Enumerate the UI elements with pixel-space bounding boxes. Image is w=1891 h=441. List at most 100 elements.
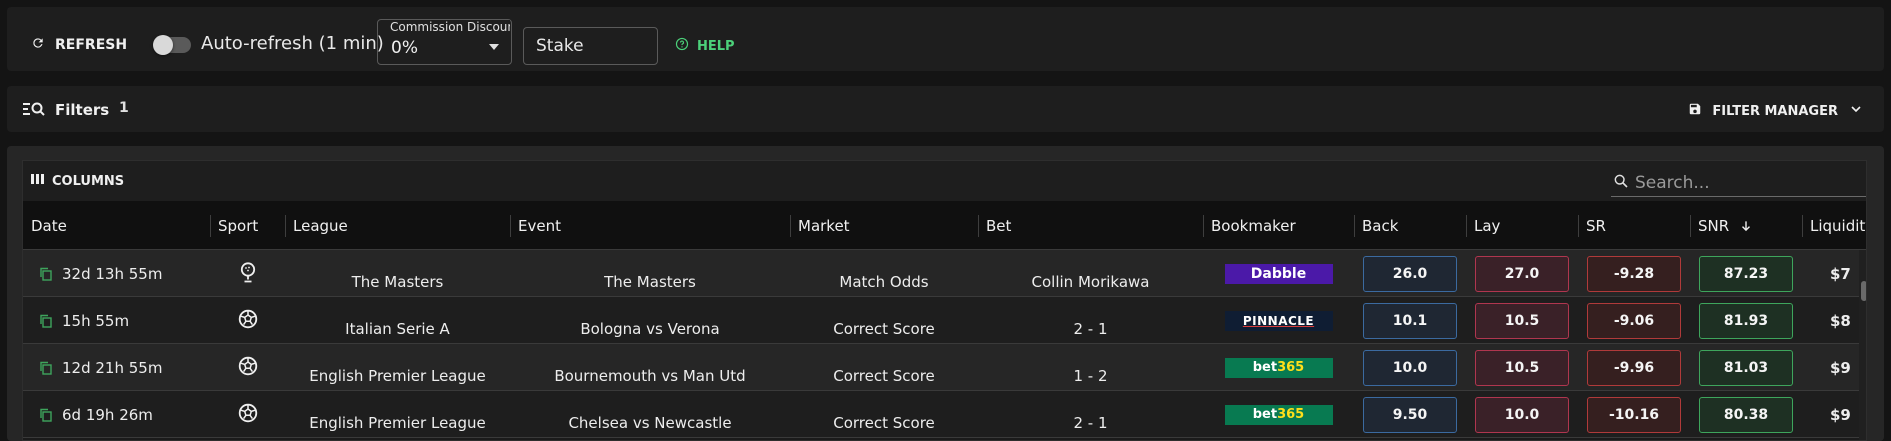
back-cell: 10.0 xyxy=(1354,344,1466,391)
column-separator[interactable] xyxy=(1578,215,1579,237)
column-header-liquidity[interactable]: Liquidity xyxy=(1802,201,1866,250)
soccer-icon xyxy=(238,403,258,427)
table-header-row: Date Sport League Event Market Bet Bookm… xyxy=(23,201,1866,250)
column-header-bet[interactable]: Bet xyxy=(978,201,1203,250)
help-button[interactable]: HELP xyxy=(675,37,735,55)
column-separator[interactable] xyxy=(1802,215,1803,237)
copy-icon[interactable] xyxy=(39,408,52,422)
bet365-logo[interactable]: bet365 xyxy=(1224,357,1333,378)
table-row[interactable]: 12d 21h 55m English Premier League Bourn… xyxy=(23,344,1866,391)
column-header-market[interactable]: Market xyxy=(790,201,978,250)
bet365-logo[interactable]: bet365 xyxy=(1224,404,1333,425)
event-date: 15h 55m xyxy=(62,311,130,330)
commission-discount-value: 0% xyxy=(391,38,418,58)
column-header-bookmaker[interactable]: Bookmaker xyxy=(1203,201,1354,250)
column-header-label: Market xyxy=(798,216,850,235)
filter-manager-label: FILTER MANAGER xyxy=(1712,103,1838,119)
column-separator[interactable] xyxy=(978,215,979,237)
sport-cell xyxy=(210,250,285,297)
column-separator[interactable] xyxy=(1203,215,1204,237)
bet-cell: 2 - 1 xyxy=(1073,414,1108,432)
league-cell: The Masters xyxy=(351,273,444,291)
toggle-knob xyxy=(153,35,173,55)
copy-icon[interactable] xyxy=(39,361,52,375)
lay-cell: 10.5 xyxy=(1466,297,1578,344)
auto-refresh-label: Auto-refresh (1 min) xyxy=(201,33,384,54)
date-cell: 12d 21h 55m xyxy=(23,344,210,391)
snr-cell: 81.03 xyxy=(1690,344,1802,391)
stake-input[interactable] xyxy=(523,27,658,65)
table-row[interactable]: 15h 55m Italian Serie A Bologna vs Veron… xyxy=(23,297,1866,344)
sport-cell xyxy=(210,297,285,344)
lay-odds[interactable]: 10.0 xyxy=(1475,396,1569,433)
scrollbar-thumb[interactable] xyxy=(1861,281,1866,301)
column-separator[interactable] xyxy=(210,215,211,237)
column-header-label: League xyxy=(293,216,348,235)
bet-cell: 1 - 2 xyxy=(1073,367,1108,385)
back-odds[interactable]: 10.0 xyxy=(1363,349,1457,386)
lay-odds[interactable]: 27.0 xyxy=(1475,255,1569,292)
refresh-button[interactable]: REFRESH xyxy=(31,31,127,59)
filters-bar: Filters 1 FILTER MANAGER xyxy=(7,86,1884,132)
caret-down-icon xyxy=(489,44,499,50)
league-cell: Italian Serie A xyxy=(345,320,450,338)
back-odds[interactable]: 26.0 xyxy=(1363,255,1457,292)
bookmaker-cell: bet365 xyxy=(1203,391,1354,438)
market-cell: Match Odds xyxy=(839,273,929,291)
soccer-icon xyxy=(238,309,258,333)
table-row[interactable]: 6d 19h 26m English Premier League Chelse… xyxy=(23,391,1866,438)
back-odds[interactable]: 9.50 xyxy=(1363,396,1457,433)
event-date: 32d 13h 55m xyxy=(62,264,163,283)
vertical-scrollbar[interactable] xyxy=(1859,250,1866,440)
bet365-logo-text: bet365 xyxy=(1252,407,1305,422)
filter-manager-button[interactable]: FILTER MANAGER xyxy=(1688,101,1864,121)
help-circle-icon xyxy=(675,37,689,55)
copy-icon[interactable] xyxy=(39,314,52,328)
column-separator[interactable] xyxy=(790,215,791,237)
sr-value: -9.96 xyxy=(1587,349,1681,386)
snr-value: 80.38 xyxy=(1699,396,1793,433)
snr-cell: 87.23 xyxy=(1690,250,1802,297)
grid-search xyxy=(1611,169,1866,197)
search-input[interactable] xyxy=(1635,172,1855,193)
column-header-label: Date xyxy=(31,216,67,235)
column-separator[interactable] xyxy=(285,215,286,237)
column-header-label: Liquidity xyxy=(1810,216,1866,235)
liquidity-cell: $7 xyxy=(1830,264,1851,283)
filters-toggle-button[interactable]: Filters xyxy=(23,100,109,120)
table-row[interactable]: 32d 13h 55m The Masters The Masters Matc… xyxy=(23,250,1866,297)
snr-value: 81.03 xyxy=(1699,349,1793,386)
dabble-logo[interactable]: Dabble xyxy=(1224,263,1333,284)
column-header-lay[interactable]: Lay xyxy=(1466,201,1578,250)
copy-icon[interactable] xyxy=(39,267,52,281)
sr-cell: -9.28 xyxy=(1578,250,1690,297)
event-cell: Chelsea vs Newcastle xyxy=(568,414,732,432)
column-header-sport[interactable]: Sport xyxy=(210,201,285,250)
event-cell: Bologna vs Verona xyxy=(580,320,720,338)
pinnacle-logo[interactable]: PINNACLE xyxy=(1224,310,1333,331)
column-header-league[interactable]: League xyxy=(285,201,510,250)
column-separator[interactable] xyxy=(1354,215,1355,237)
sport-cell xyxy=(210,344,285,391)
column-separator[interactable] xyxy=(510,215,511,237)
lay-odds[interactable]: 10.5 xyxy=(1475,349,1569,386)
auto-refresh-toggle[interactable] xyxy=(153,35,191,55)
sr-value: -10.16 xyxy=(1587,396,1681,433)
commission-discount-select[interactable]: Commission Discount 0% xyxy=(377,19,512,65)
column-separator[interactable] xyxy=(1690,215,1691,237)
market-cell: Correct Score xyxy=(833,367,935,385)
column-header-date[interactable]: Date xyxy=(23,201,210,250)
column-header-back[interactable]: Back xyxy=(1354,201,1466,250)
lay-odds[interactable]: 10.5 xyxy=(1475,302,1569,339)
column-header-sr[interactable]: SR xyxy=(1578,201,1690,250)
columns-button[interactable]: COLUMNS xyxy=(31,173,124,189)
bookmaker-cell: PINNACLE xyxy=(1203,297,1354,344)
column-separator[interactable] xyxy=(1466,215,1467,237)
league-cell: English Premier League xyxy=(309,367,486,385)
back-odds[interactable]: 10.1 xyxy=(1363,302,1457,339)
column-header-label: Event xyxy=(518,216,561,235)
search-icon xyxy=(1613,173,1629,193)
column-header-event[interactable]: Event xyxy=(510,201,790,250)
refresh-label: REFRESH xyxy=(55,37,128,53)
column-header-snr[interactable]: SNR xyxy=(1690,201,1802,250)
